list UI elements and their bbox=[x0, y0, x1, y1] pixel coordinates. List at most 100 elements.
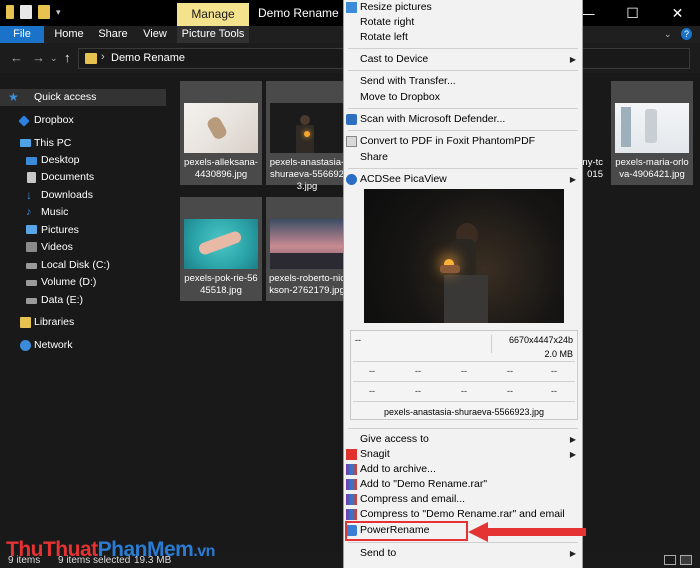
menu-item-cast[interactable]: Cast to Device ▶ bbox=[344, 52, 582, 67]
menu-separator bbox=[348, 130, 578, 131]
menu-item-snagit[interactable]: Snagit ▶ bbox=[344, 447, 582, 462]
address-path[interactable]: Demo Rename bbox=[111, 52, 185, 64]
nav-item-this-pc[interactable]: This PC bbox=[0, 135, 166, 152]
watermark-part1: ThuThuat bbox=[6, 538, 98, 561]
maximize-button[interactable]: ☐ bbox=[610, 0, 655, 26]
menu-item-compress-email[interactable]: Compress and email... bbox=[344, 492, 582, 507]
shield-icon bbox=[346, 114, 357, 125]
winrar-icon bbox=[346, 509, 357, 520]
meta-size: 2.0 MB bbox=[544, 349, 573, 359]
menu-item-add-rar[interactable]: Add to "Demo Rename.rar" bbox=[344, 477, 582, 492]
dropdown-icon[interactable]: ▾ bbox=[56, 5, 61, 19]
quick-access-toolbar: ▾ bbox=[6, 5, 61, 19]
nav-item-downloads[interactable]: ↓ Downloads bbox=[0, 187, 166, 204]
nav-item-documents[interactable]: Documents bbox=[0, 169, 166, 186]
nav-item-videos[interactable]: Videos bbox=[0, 239, 166, 256]
pin-icon[interactable] bbox=[6, 5, 14, 19]
menu-label: Resize pictures bbox=[360, 1, 432, 13]
chevron-right-icon[interactable]: › bbox=[101, 51, 105, 63]
menu-label: Cast to Device bbox=[360, 53, 429, 65]
drive-icon bbox=[26, 263, 37, 269]
nav-item-data-e[interactable]: Data (E:) bbox=[0, 292, 166, 309]
network-icon bbox=[20, 340, 31, 351]
submenu-arrow-icon: ▶ bbox=[569, 435, 576, 444]
meta-dash: -- bbox=[461, 386, 467, 396]
nav-item-local-disk-c[interactable]: Local Disk (C:) bbox=[0, 257, 166, 274]
nav-item-label: Volume (D:) bbox=[41, 276, 97, 288]
folder-icon bbox=[85, 53, 97, 64]
help-icon[interactable]: ? bbox=[681, 28, 692, 40]
submenu-arrow-icon: ▶ bbox=[569, 175, 576, 184]
nav-item-dropbox[interactable]: Dropbox bbox=[0, 112, 166, 129]
back-button[interactable]: ← bbox=[10, 50, 23, 65]
nav-item-pictures[interactable]: Pictures bbox=[0, 222, 166, 239]
menu-item-share[interactable]: Share bbox=[344, 150, 582, 165]
file-tile[interactable]: pexels-maria-orlova-4906421.jpg bbox=[611, 81, 693, 185]
nav-item-label: Music bbox=[41, 206, 69, 218]
file-tile[interactable]: pexels-pok-rie-5645518.jpg bbox=[180, 197, 262, 301]
tab-file[interactable]: File bbox=[0, 26, 44, 43]
file-tile[interactable]: pexels-roberto-nickson-2762179.jpg bbox=[266, 197, 348, 301]
menu-label: Scan with Microsoft Defender... bbox=[360, 113, 506, 125]
nav-item-desktop[interactable]: Desktop bbox=[0, 152, 166, 169]
menu-label: Compress and email... bbox=[360, 493, 466, 505]
menu-item-give-access[interactable]: Give access to ▶ bbox=[344, 432, 582, 447]
menu-item-acdsee[interactable]: ACDSee PicaView ▶ bbox=[344, 172, 582, 187]
menu-item-send-to[interactable]: Send to ▶ bbox=[344, 546, 582, 561]
videos-icon bbox=[26, 242, 37, 252]
thumbnail bbox=[270, 219, 344, 269]
manage-tab[interactable]: Manage bbox=[177, 3, 249, 26]
desktop-icon bbox=[26, 157, 37, 165]
menu-item-resize[interactable]: Resize pictures bbox=[344, 0, 582, 15]
meta-row: -- -- -- -- -- bbox=[353, 381, 575, 399]
new-folder-icon[interactable] bbox=[38, 5, 50, 19]
forward-button[interactable]: → bbox=[32, 50, 45, 65]
tab-view[interactable]: View bbox=[142, 26, 168, 43]
menu-item-defender[interactable]: Scan with Microsoft Defender... bbox=[344, 112, 582, 127]
menu-item-compress-rar-email[interactable]: Compress to "Demo Rename.rar" and email bbox=[344, 507, 582, 522]
thumbnail bbox=[615, 103, 689, 153]
menu-label: Add to archive... bbox=[360, 463, 436, 475]
context-menu: Resize pictures Rotate right Rotate left… bbox=[343, 0, 583, 568]
watermark-logo: ThuThuatPhanMem.vn bbox=[6, 538, 215, 562]
nav-item-music[interactable]: ♪ Music bbox=[0, 204, 166, 221]
properties-icon[interactable] bbox=[20, 5, 32, 19]
nav-item-network[interactable]: Network bbox=[0, 337, 166, 354]
menu-item-add-archive[interactable]: Add to archive... bbox=[344, 462, 582, 477]
meta-row: pexels-anastasia-shuraeva-5566923.jpg bbox=[353, 401, 575, 419]
menu-label: Rotate right bbox=[360, 16, 415, 28]
file-tile[interactable]: pexels-alleksana-4430896.jpg bbox=[180, 81, 262, 185]
menu-item-move-dropbox[interactable]: Move to Dropbox bbox=[344, 90, 582, 105]
nav-item-libraries[interactable]: Libraries bbox=[0, 314, 166, 331]
menu-item-rotate-right[interactable]: Rotate right bbox=[344, 15, 582, 30]
menu-separator bbox=[348, 108, 578, 109]
nav-item-label: This PC bbox=[34, 137, 72, 149]
menu-item-rotate-left[interactable]: Rotate left bbox=[344, 30, 582, 45]
tab-share[interactable]: Share bbox=[98, 26, 128, 43]
meta-row: -- -- -- -- -- bbox=[353, 361, 575, 379]
nav-item-quick-access[interactable]: ★ Quick access bbox=[0, 89, 166, 106]
tab-picture-tools[interactable]: Picture Tools bbox=[177, 26, 249, 43]
file-name: pexels-alleksana-4430896.jpg bbox=[184, 157, 258, 180]
annotation-arrow-icon bbox=[468, 522, 586, 542]
menu-label: Compress to "Demo Rename.rar" and email bbox=[360, 508, 565, 520]
meta-dash: -- bbox=[507, 386, 513, 396]
expand-ribbon-icon[interactable]: ⌄ bbox=[664, 28, 675, 40]
nav-item-label: Local Disk (C:) bbox=[41, 259, 110, 271]
recent-dropdown-icon[interactable]: ⌄ bbox=[50, 53, 58, 64]
navigation-pane: ★ Quick access Dropbox This PC Desktop D… bbox=[0, 80, 170, 550]
thumbnail bbox=[184, 103, 258, 153]
tab-home[interactable]: Home bbox=[52, 26, 86, 43]
large-icons-view-icon[interactable] bbox=[680, 555, 692, 565]
nav-item-label: Quick access bbox=[34, 91, 97, 103]
nav-item-label: Videos bbox=[41, 241, 73, 253]
close-button[interactable]: ✕ bbox=[655, 0, 700, 26]
details-view-icon[interactable] bbox=[664, 555, 676, 565]
up-button[interactable]: ↑ bbox=[64, 50, 71, 65]
meta-dash: -- bbox=[551, 386, 557, 396]
nav-item-volume-d[interactable]: Volume (D:) bbox=[0, 274, 166, 291]
file-tile[interactable]: pexels-anastasia-shuraeva-5566923.jpg bbox=[266, 81, 348, 192]
menu-item-send-transfer[interactable]: Send with Transfer... bbox=[344, 74, 582, 89]
menu-item-foxit[interactable]: Convert to PDF in Foxit PhantomPDF bbox=[344, 134, 582, 149]
image-metadata-panel: -- 6670x4447x24b 2.0 MB -- -- -- -- -- -… bbox=[350, 330, 578, 420]
